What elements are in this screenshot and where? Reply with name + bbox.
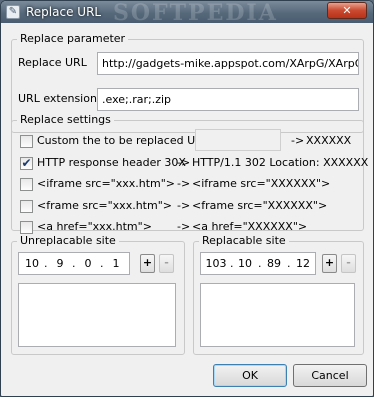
anchor-target: <a href="XXXXXX"> xyxy=(192,220,308,233)
anchor-checkbox[interactable] xyxy=(20,221,33,234)
row-arrow: -> xyxy=(177,156,191,169)
custom-url-input[interactable] xyxy=(195,129,281,151)
custom-url-target: XXXXXX xyxy=(306,134,352,147)
ip-octet: 0 xyxy=(84,257,92,270)
unreplacable-site-group: Unreplacable site 10 . 9 . 0 . 1 + - xyxy=(11,234,185,355)
window-title: Replace URL xyxy=(26,5,102,19)
ip-octet: 10 xyxy=(238,257,252,270)
ip-octet: 9 xyxy=(56,257,64,270)
ip-dot: . xyxy=(230,257,234,270)
app-icon: ✎ xyxy=(6,5,20,19)
custom-url-label: Custom the to be replaced URL xyxy=(37,134,209,147)
http-header-checkbox[interactable]: ✔ xyxy=(20,157,33,170)
ip-dot: . xyxy=(44,257,48,270)
http-header-target: HTTP/1.1 302 Location: XXXXXX xyxy=(192,156,369,169)
ip-octet: 12 xyxy=(296,257,310,270)
replace-settings-legend: Replace settings xyxy=(17,113,114,127)
close-icon: ✕ xyxy=(342,4,352,17)
ip-dot: . xyxy=(287,257,291,270)
frame-target: <frame src="XXXXXX"> xyxy=(192,199,328,212)
ip-octet: 10 xyxy=(25,257,39,270)
replacable-site-list[interactable] xyxy=(200,283,355,347)
row-arrow: -> xyxy=(177,220,191,233)
replacable-site-legend: Replacable site xyxy=(199,234,289,248)
iframe-label: <iframe src="xxx.htm"> xyxy=(37,177,176,190)
frame-checkbox[interactable] xyxy=(20,200,33,213)
ip-dot: . xyxy=(72,257,76,270)
ip-dot: . xyxy=(258,257,262,270)
ip-octet: 89 xyxy=(267,257,281,270)
replace-url-label: Replace URL xyxy=(18,56,87,69)
title-bar[interactable]: ✎ Replace URL SOFTPEDIA ✕ xyxy=(1,0,373,26)
add-replacable-button[interactable]: + xyxy=(322,254,337,273)
dialog-body: Replace parameter Replace URL http://gad… xyxy=(5,27,370,392)
replace-url-dialog: ✎ Replace URL SOFTPEDIA ✕ Replace parame… xyxy=(0,0,374,397)
iframe-checkbox[interactable] xyxy=(20,178,33,191)
replace-parameter-legend: Replace parameter xyxy=(17,32,129,46)
unreplacable-ip-input[interactable]: 10 . 9 . 0 . 1 xyxy=(18,252,130,275)
remove-unreplacable-button[interactable]: - xyxy=(159,254,174,273)
row-arrow: -> xyxy=(177,177,191,190)
ok-button[interactable]: OK xyxy=(213,364,287,387)
iframe-target: <iframe src="XXXXXX"> xyxy=(192,177,331,190)
url-extension-input[interactable]: .exe;.rar;.zip xyxy=(97,88,359,111)
url-extension-label: URL extension xyxy=(18,92,97,105)
custom-url-checkbox[interactable] xyxy=(20,135,33,148)
replacable-ip-input[interactable]: 103 . 10 . 89 . 12 xyxy=(200,252,316,275)
ip-dot: . xyxy=(100,257,104,270)
watermark: SOFTPEDIA xyxy=(113,0,278,26)
add-unreplacable-button[interactable]: + xyxy=(140,254,155,273)
unreplacable-site-legend: Unreplacable site xyxy=(17,234,119,248)
frame-label: <frame src="xxx.htm"> xyxy=(37,199,172,212)
cancel-button[interactable]: Cancel xyxy=(293,364,367,387)
remove-replacable-button[interactable]: - xyxy=(341,254,356,273)
replace-url-input[interactable]: http://gadgets-mike.appspot.com/XArpG/XA… xyxy=(97,52,359,75)
replace-settings-group: Replace settings Custom the to be replac… xyxy=(11,113,368,234)
unreplacable-site-list[interactable] xyxy=(18,283,176,347)
row-arrow: -> xyxy=(291,134,305,147)
http-header-label: HTTP response header 30X xyxy=(37,156,186,169)
row-arrow: -> xyxy=(177,199,191,212)
anchor-label: <a href="xxx.htm"> xyxy=(37,220,152,233)
close-button[interactable]: ✕ xyxy=(327,2,367,19)
ip-octet: 103 xyxy=(205,257,227,270)
replacable-site-group: Replacable site 103 . 10 . 89 . 12 + - xyxy=(193,234,364,355)
ip-octet: 1 xyxy=(112,257,120,270)
